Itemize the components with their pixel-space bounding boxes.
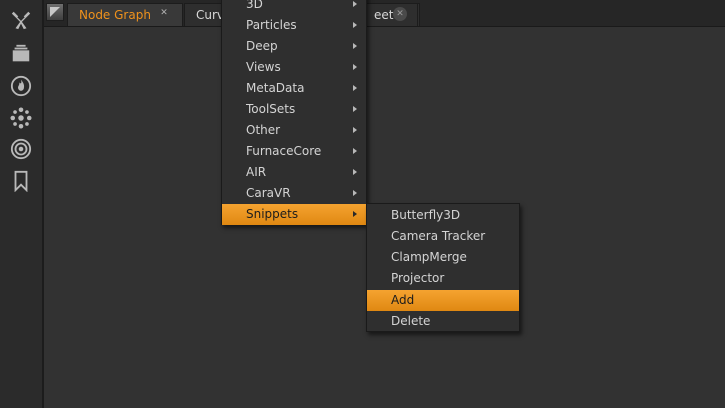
menu-item-label: ToolSets: [246, 102, 296, 116]
menu-item-label: Add: [391, 293, 415, 307]
menu-item-deep[interactable]: Deep: [222, 36, 366, 57]
menu-item-butterfly3d[interactable]: Butterfly3D: [367, 205, 519, 226]
submenu-arrow-icon: [353, 1, 357, 7]
menu-item-label: Projector: [391, 271, 445, 285]
tab-node-graph[interactable]: Node Graph ✕: [67, 3, 183, 26]
close-icon[interactable]: ✕: [393, 7, 407, 21]
menu-item-views[interactable]: Views: [222, 57, 366, 78]
menu-item-add[interactable]: Add: [367, 290, 519, 311]
submenu-arrow-icon: [353, 64, 357, 70]
menu-item-clampmerge[interactable]: ClampMerge: [367, 247, 519, 268]
menu-item-projector[interactable]: Projector: [367, 268, 519, 289]
tab-bar: Node Graph ✕ Curv eet ✕: [44, 0, 725, 27]
menu-item-snippets[interactable]: Snippets: [222, 204, 366, 225]
menu-item-metadata[interactable]: MetaData: [222, 78, 366, 99]
submenu-arrow-icon: [353, 22, 357, 28]
menu-item-label: CaraVR: [246, 186, 291, 200]
submenu-arrow-icon: [353, 190, 357, 196]
menu-item-label: Butterfly3D: [391, 208, 461, 222]
menu-item-furnacecore[interactable]: FurnaceCore: [222, 141, 366, 162]
submenu-arrow-icon: [353, 43, 357, 49]
panel-menu-button[interactable]: [46, 3, 64, 21]
submenu-arrow-icon: [353, 127, 357, 133]
menu-item-label: Camera Tracker: [391, 229, 486, 243]
menu-item-caravr[interactable]: CaraVR: [222, 183, 366, 204]
menu-item-particles[interactable]: Particles: [222, 15, 366, 36]
submenu-arrow-icon: [353, 148, 357, 154]
particles-icon[interactable]: [9, 106, 33, 130]
tab-label: Curv: [196, 8, 225, 22]
menu-item-air[interactable]: AIR: [222, 162, 366, 183]
submenu-arrow-icon: [353, 211, 357, 217]
menu-item-toolsets[interactable]: ToolSets: [222, 99, 366, 120]
menu-item-label: FurnaceCore: [246, 144, 322, 158]
tools-icon[interactable]: [9, 8, 33, 32]
menu-item-label: Views: [246, 60, 281, 74]
menu-item-camera-tracker[interactable]: Camera Tracker: [367, 226, 519, 247]
menu-item-delete[interactable]: Delete: [367, 311, 519, 332]
fire-icon[interactable]: [9, 74, 33, 98]
context-menu: 3D Particles Deep Views MetaData ToolSet…: [221, 0, 367, 225]
tab-label: eet: [374, 8, 394, 22]
menu-item-label: Deep: [246, 39, 278, 53]
left-toolbar: [0, 0, 44, 408]
tab-label: Node Graph: [79, 8, 151, 22]
submenu-arrow-icon: [353, 85, 357, 91]
close-icon[interactable]: ✕: [157, 6, 171, 20]
menu-item-3d[interactable]: 3D: [222, 0, 366, 15]
menu-item-label: Delete: [391, 314, 431, 328]
layers-icon[interactable]: [9, 42, 33, 66]
submenu-arrow-icon: [353, 106, 357, 112]
menu-item-label: Other: [246, 123, 281, 137]
target-icon[interactable]: [9, 137, 33, 161]
submenu-arrow-icon: [353, 169, 357, 175]
tab-dope-sheet[interactable]: eet ✕: [374, 3, 418, 26]
menu-item-label: 3D: [246, 0, 263, 11]
menu-item-label: AIR: [246, 165, 267, 179]
snippets-submenu: Butterfly3D Camera Tracker ClampMerge Pr…: [366, 203, 520, 332]
bookmark-icon[interactable]: [9, 169, 33, 193]
menu-item-other[interactable]: Other: [222, 120, 366, 141]
menu-item-label: ClampMerge: [391, 250, 467, 264]
menu-item-label: Particles: [246, 18, 297, 32]
menu-item-label: Snippets: [246, 207, 299, 221]
menu-item-label: MetaData: [246, 81, 305, 95]
